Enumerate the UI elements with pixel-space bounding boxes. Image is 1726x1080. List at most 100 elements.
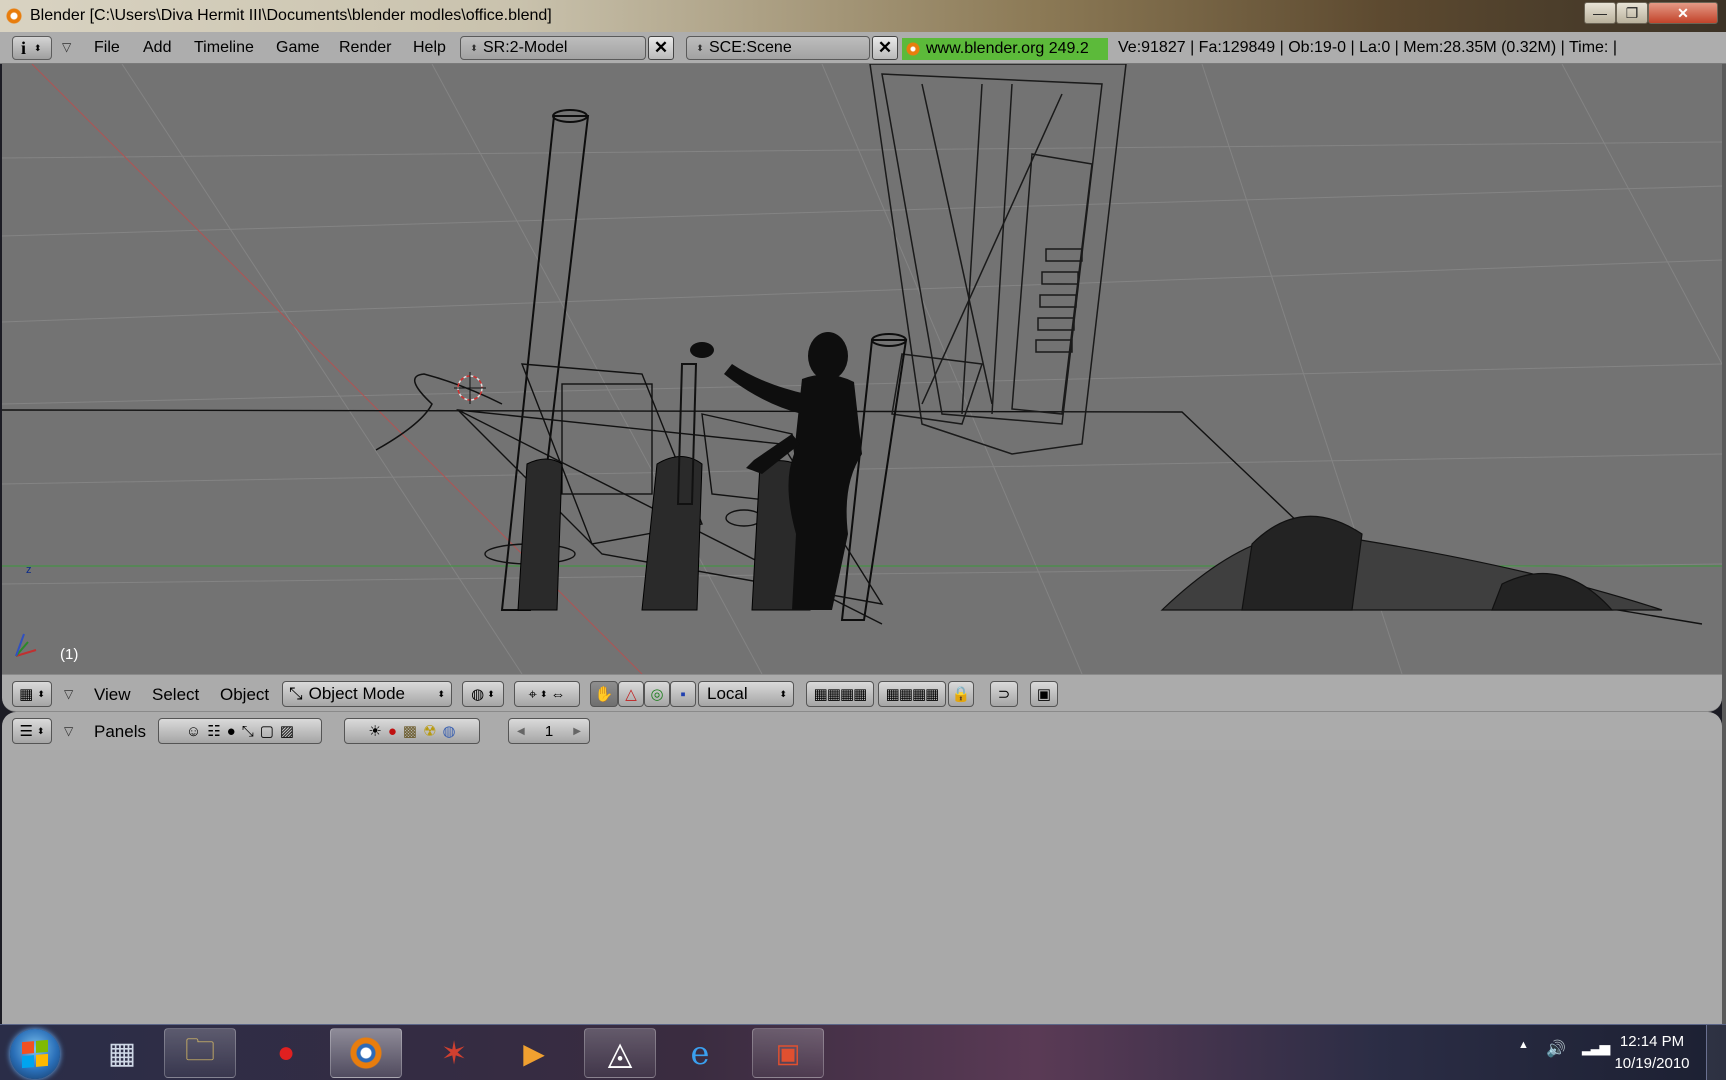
pivot-crosshair-icon: ⌖: [528, 685, 537, 703]
lock-layers-button[interactable]: 🔒: [948, 681, 974, 707]
taskbar-powerpoint[interactable]: ▣: [752, 1028, 824, 1078]
show-desktop-button[interactable]: [1706, 1025, 1726, 1080]
tray-show-hidden-icon[interactable]: ▲: [1518, 1039, 1529, 1051]
pivot-selector[interactable]: ⌖ ⬍ ⇔: [514, 681, 580, 707]
render-icon: ▣: [1036, 686, 1052, 703]
taskbar-blender[interactable]: [330, 1028, 402, 1078]
right-arrow-icon[interactable]: ▶: [573, 726, 581, 737]
spinner-arrows-icon: ⬍: [437, 688, 445, 699]
start-button[interactable]: [10, 1029, 60, 1079]
panels-menu[interactable]: Panels: [94, 722, 146, 742]
menu-render[interactable]: Render: [339, 39, 391, 57]
collapse-menu-triangle-icon[interactable]: ▽: [64, 724, 73, 738]
layer-buttons-group-2[interactable]: ▦▦▦▦: [878, 681, 946, 707]
minimize-button[interactable]: —: [1584, 2, 1616, 24]
spinner-arrows-icon: ⬍: [487, 688, 495, 699]
maximize-button[interactable]: ❐: [1616, 2, 1648, 24]
left-arrow-icon[interactable]: ◀: [517, 726, 525, 737]
page-number-stepper[interactable]: ◀ 1 ▶: [508, 718, 590, 744]
taskbar-calculator[interactable]: ▦: [86, 1028, 158, 1078]
radiosity-icon: ☢: [423, 723, 437, 740]
calculator-icon: ▦: [107, 1036, 137, 1070]
frame-number-label: (1): [60, 646, 79, 663]
spinner-arrows-icon: ⬍: [34, 42, 42, 53]
collapse-menu-triangle-icon[interactable]: ▽: [64, 687, 73, 701]
editing-icon: ▢: [259, 723, 274, 740]
scale-square-icon: ▪: [680, 685, 686, 703]
rotate-manipulator-button[interactable]: ◎: [644, 681, 670, 707]
collapse-menu-triangle-icon[interactable]: ▽: [62, 40, 71, 54]
translate-triangle-icon: △: [625, 686, 637, 703]
snap-toggle-button[interactable]: ⊃: [990, 681, 1018, 707]
lock-icon: 🔒: [951, 686, 971, 703]
taskbar-pinned-app-star[interactable]: ✶: [418, 1028, 490, 1078]
taskbar-internet-explorer[interactable]: e: [664, 1028, 736, 1078]
context-buttons-group[interactable]: ☺ ☷ ● ⤡ ▢ ▨: [158, 718, 322, 744]
3d-cursor-icon[interactable]: [454, 372, 486, 404]
website-label: www.blender.org 249.2: [926, 40, 1089, 57]
object-mode-icon: ⤡: [289, 684, 303, 703]
window-title: Blender [C:\Users\Diva Hermit III\Docume…: [30, 7, 552, 24]
menu-help[interactable]: Help: [413, 39, 446, 57]
volume-icon[interactable]: 🔊: [1546, 1039, 1566, 1059]
menu-game[interactable]: Game: [276, 39, 320, 57]
viewport-wireframe-scene: [2, 64, 1722, 674]
axis-gizmo-icon: [15, 633, 37, 657]
window-right-border: [1722, 64, 1726, 1024]
menu-timeline[interactable]: Timeline: [194, 39, 254, 57]
editor-type-selector[interactable]: i ⬍: [12, 36, 52, 60]
scene-field[interactable]: ⬍ SCE:Scene: [686, 36, 870, 60]
script-icon: ☷: [207, 723, 221, 740]
render-preview-button[interactable]: ▣: [1030, 681, 1058, 707]
menu-select[interactable]: Select: [152, 685, 199, 705]
translate-manipulator-button[interactable]: △: [618, 681, 644, 707]
windows-logo-icon: [22, 1039, 48, 1069]
screen-layout-value: SR:2-Model: [483, 39, 568, 56]
buttons-window-header: ☰ ⬍ ▽ Panels ☺ ☷ ● ⤡ ▢ ▨ ☀ ● ▩ ☢ ◍ ◀ 1 ▶: [2, 712, 1722, 750]
cabinet-wireframe: [869, 64, 1127, 455]
internet-explorer-icon: e: [690, 1034, 710, 1072]
menu-file[interactable]: File: [94, 39, 120, 57]
transform-manipulator-toggle[interactable]: ✋: [590, 681, 618, 707]
scene-stats: Ve:91827 | Fa:129849 | Ob:19-0 | La:0 | …: [1118, 39, 1617, 56]
rotate-circle-icon: ◎: [650, 686, 664, 703]
buttons-editor-type-selector[interactable]: ☰ ⬍: [12, 718, 52, 744]
3d-viewport[interactable]: z (1): [2, 64, 1722, 674]
taskbar-bird-app[interactable]: ●: [250, 1028, 322, 1078]
screen-layout-field[interactable]: ⬍ SR:2-Model: [460, 36, 646, 60]
spinner-arrows-icon: ⬍: [470, 42, 478, 53]
red-bird-icon: ●: [276, 1036, 296, 1069]
wireframe-sphere-icon: ◍: [471, 686, 485, 703]
taskbar-explorer[interactable]: 🗀: [164, 1028, 236, 1078]
delete-screen-button[interactable]: ✕: [648, 36, 674, 60]
blender-taskbar-icon: [349, 1036, 383, 1070]
pivot-snap-icon: ⇔: [550, 685, 566, 703]
folder-icon: 🗀: [185, 1033, 215, 1067]
spinner-arrows-icon: ⬍: [779, 688, 787, 699]
layer-buttons-group-1[interactable]: ▦▦▦▦: [806, 681, 874, 707]
orientation-selector[interactable]: Local ⬍: [698, 681, 794, 707]
menu-object[interactable]: Object: [220, 685, 269, 705]
unity-icon: ◬: [607, 1035, 633, 1071]
info-header: i ⬍ ▽ File Add Timeline Game Render Help…: [0, 32, 1726, 64]
menu-view[interactable]: View: [94, 685, 131, 705]
delete-scene-button[interactable]: ✕: [872, 36, 898, 60]
window-titlebar: Blender [C:\Users\Diva Hermit III\Docume…: [0, 0, 1726, 32]
blender-website-link[interactable]: www.blender.org 249.2: [902, 38, 1108, 60]
taskbar-clock[interactable]: 12:14 PM 10/19/2010: [1602, 1031, 1702, 1075]
chair-cylinders: [517, 456, 811, 611]
taskbar-media-player[interactable]: ▶: [498, 1028, 570, 1078]
menu-add[interactable]: Add: [143, 39, 171, 57]
shading-subcontext-group[interactable]: ☀ ● ▩ ☢ ◍: [344, 718, 480, 744]
scene-render-icon: ▨: [279, 723, 295, 740]
taskbar-unity[interactable]: ◬: [584, 1028, 656, 1078]
draw-type-selector[interactable]: ◍ ⬍: [462, 681, 504, 707]
mode-selector[interactable]: ⤡ Object Mode ⬍: [282, 681, 452, 707]
powerpoint-icon: ▣: [775, 1037, 801, 1068]
close-window-button[interactable]: ✕: [1648, 2, 1718, 24]
info-icon: i: [21, 37, 27, 58]
view3d-editor-type-selector[interactable]: ▦ ⬍: [12, 681, 52, 707]
world-icon: ◍: [442, 723, 456, 740]
media-player-icon: ▶: [523, 1037, 545, 1069]
scale-manipulator-button[interactable]: ▪: [670, 681, 696, 707]
